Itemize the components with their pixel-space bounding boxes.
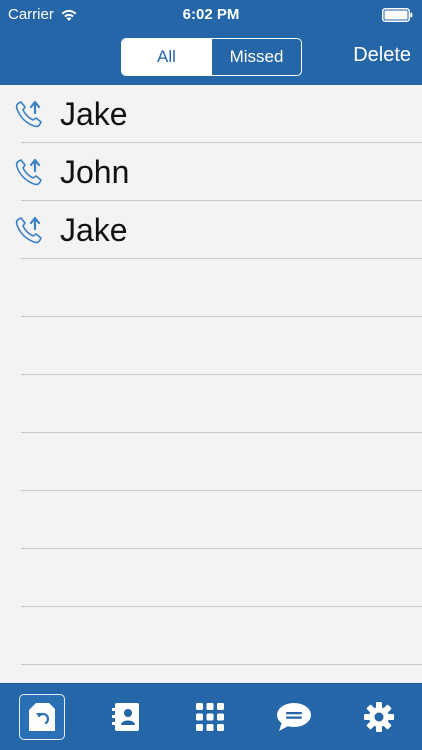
contact-name: Jake <box>60 96 128 132</box>
empty-row <box>0 259 422 317</box>
call-row[interactable]: John <box>0 143 422 201</box>
call-history-list: Jake John Jake <box>0 85 422 683</box>
keypad-icon <box>196 703 224 731</box>
tab-settings[interactable] <box>356 694 402 740</box>
call-filter-segmented-control: All Missed <box>121 38 302 76</box>
contact-name: Jake <box>60 212 128 248</box>
recents-icon <box>29 703 55 731</box>
empty-row <box>0 317 422 375</box>
outgoing-call-icon <box>15 100 42 128</box>
empty-row <box>0 491 422 549</box>
contacts-book-icon <box>112 703 139 731</box>
tab-messages[interactable] <box>271 694 317 740</box>
segment-missed[interactable]: Missed <box>211 39 301 75</box>
status-time: 6:02 PM <box>182 6 240 23</box>
contact-name: John <box>60 154 130 190</box>
outgoing-call-icon <box>15 216 42 244</box>
outgoing-call-icon <box>15 158 42 186</box>
tab-bar <box>0 683 422 750</box>
status-bar: Carrier 6:02 PM <box>0 0 422 30</box>
chat-bubble-icon <box>277 703 311 731</box>
segment-all[interactable]: All <box>122 39 211 75</box>
tab-contacts[interactable] <box>103 694 149 740</box>
empty-row <box>0 549 422 607</box>
battery-icon <box>382 8 413 22</box>
tab-recents[interactable] <box>19 694 65 740</box>
delete-button[interactable]: Delete <box>353 44 411 67</box>
empty-row <box>0 607 422 665</box>
empty-row <box>0 433 422 491</box>
row-divider <box>21 664 422 665</box>
navigation-header: Carrier 6:02 PM All Missed Delete <box>0 0 422 85</box>
call-row[interactable]: Jake <box>0 201 422 259</box>
tab-keypad[interactable] <box>187 694 233 740</box>
call-row[interactable]: Jake <box>0 85 422 143</box>
empty-row <box>0 375 422 433</box>
gear-icon <box>364 702 394 732</box>
